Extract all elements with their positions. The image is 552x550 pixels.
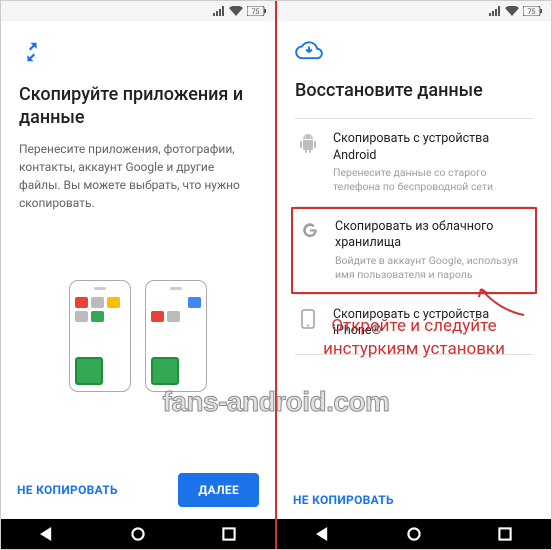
annotation-text: Откройте и следуйте инстуркиям установки — [277, 315, 551, 361]
svg-text:75: 75 — [252, 8, 260, 16]
wifi-icon — [505, 6, 519, 16]
transfer-icon — [19, 39, 257, 69]
next-button[interactable]: Далее — [178, 473, 259, 507]
page-title: Скопируйте приложения и данные — [19, 83, 257, 130]
svg-text:75: 75 — [528, 8, 536, 16]
screen-copy-apps: 75 Скопируйте приложения и данные Перене… — [1, 1, 275, 549]
nav-home-icon[interactable] — [407, 527, 421, 541]
page-description: Перенесите приложения, фотографии, конта… — [19, 140, 257, 212]
nav-bar — [1, 519, 275, 549]
skip-button[interactable]: Не копировать — [17, 483, 118, 497]
google-g-icon — [299, 219, 321, 239]
battery-icon: 75 — [523, 6, 543, 16]
cloud-download-icon — [295, 39, 533, 65]
nav-recent-icon[interactable] — [222, 527, 236, 541]
nav-recent-icon[interactable] — [498, 527, 512, 541]
status-bar: 75 — [1, 1, 275, 21]
android-icon — [297, 131, 319, 153]
signal-icon — [213, 6, 225, 16]
status-bar: 75 — [277, 1, 551, 21]
nav-bar — [277, 519, 551, 549]
option-title: Скопировать с устройства Android — [333, 131, 531, 164]
skip-button[interactable]: Не копировать — [293, 493, 394, 507]
nav-back-icon[interactable] — [316, 527, 330, 541]
screen-restore-data: 75 Восстановите данные Скопировать с уст… — [277, 1, 551, 549]
option-title: Скопировать из облачного хранилища — [335, 219, 529, 252]
option-cloud-storage[interactable]: Скопировать из облачного хранилища Войди… — [291, 207, 537, 294]
option-subtitle: Перенесите данные со старого телефона по… — [333, 166, 531, 194]
signal-icon — [489, 6, 501, 16]
battery-icon: 75 — [247, 6, 267, 16]
nav-back-icon[interactable] — [40, 527, 54, 541]
option-subtitle: Войдите в аккаунт Google, используя имя … — [335, 254, 529, 282]
nav-home-icon[interactable] — [131, 527, 145, 541]
page-title: Восстановите данные — [295, 79, 533, 102]
wifi-icon — [229, 6, 243, 16]
option-android-device[interactable]: Скопировать с устройства Android Перенес… — [295, 119, 533, 206]
phones-illustration — [19, 212, 257, 461]
